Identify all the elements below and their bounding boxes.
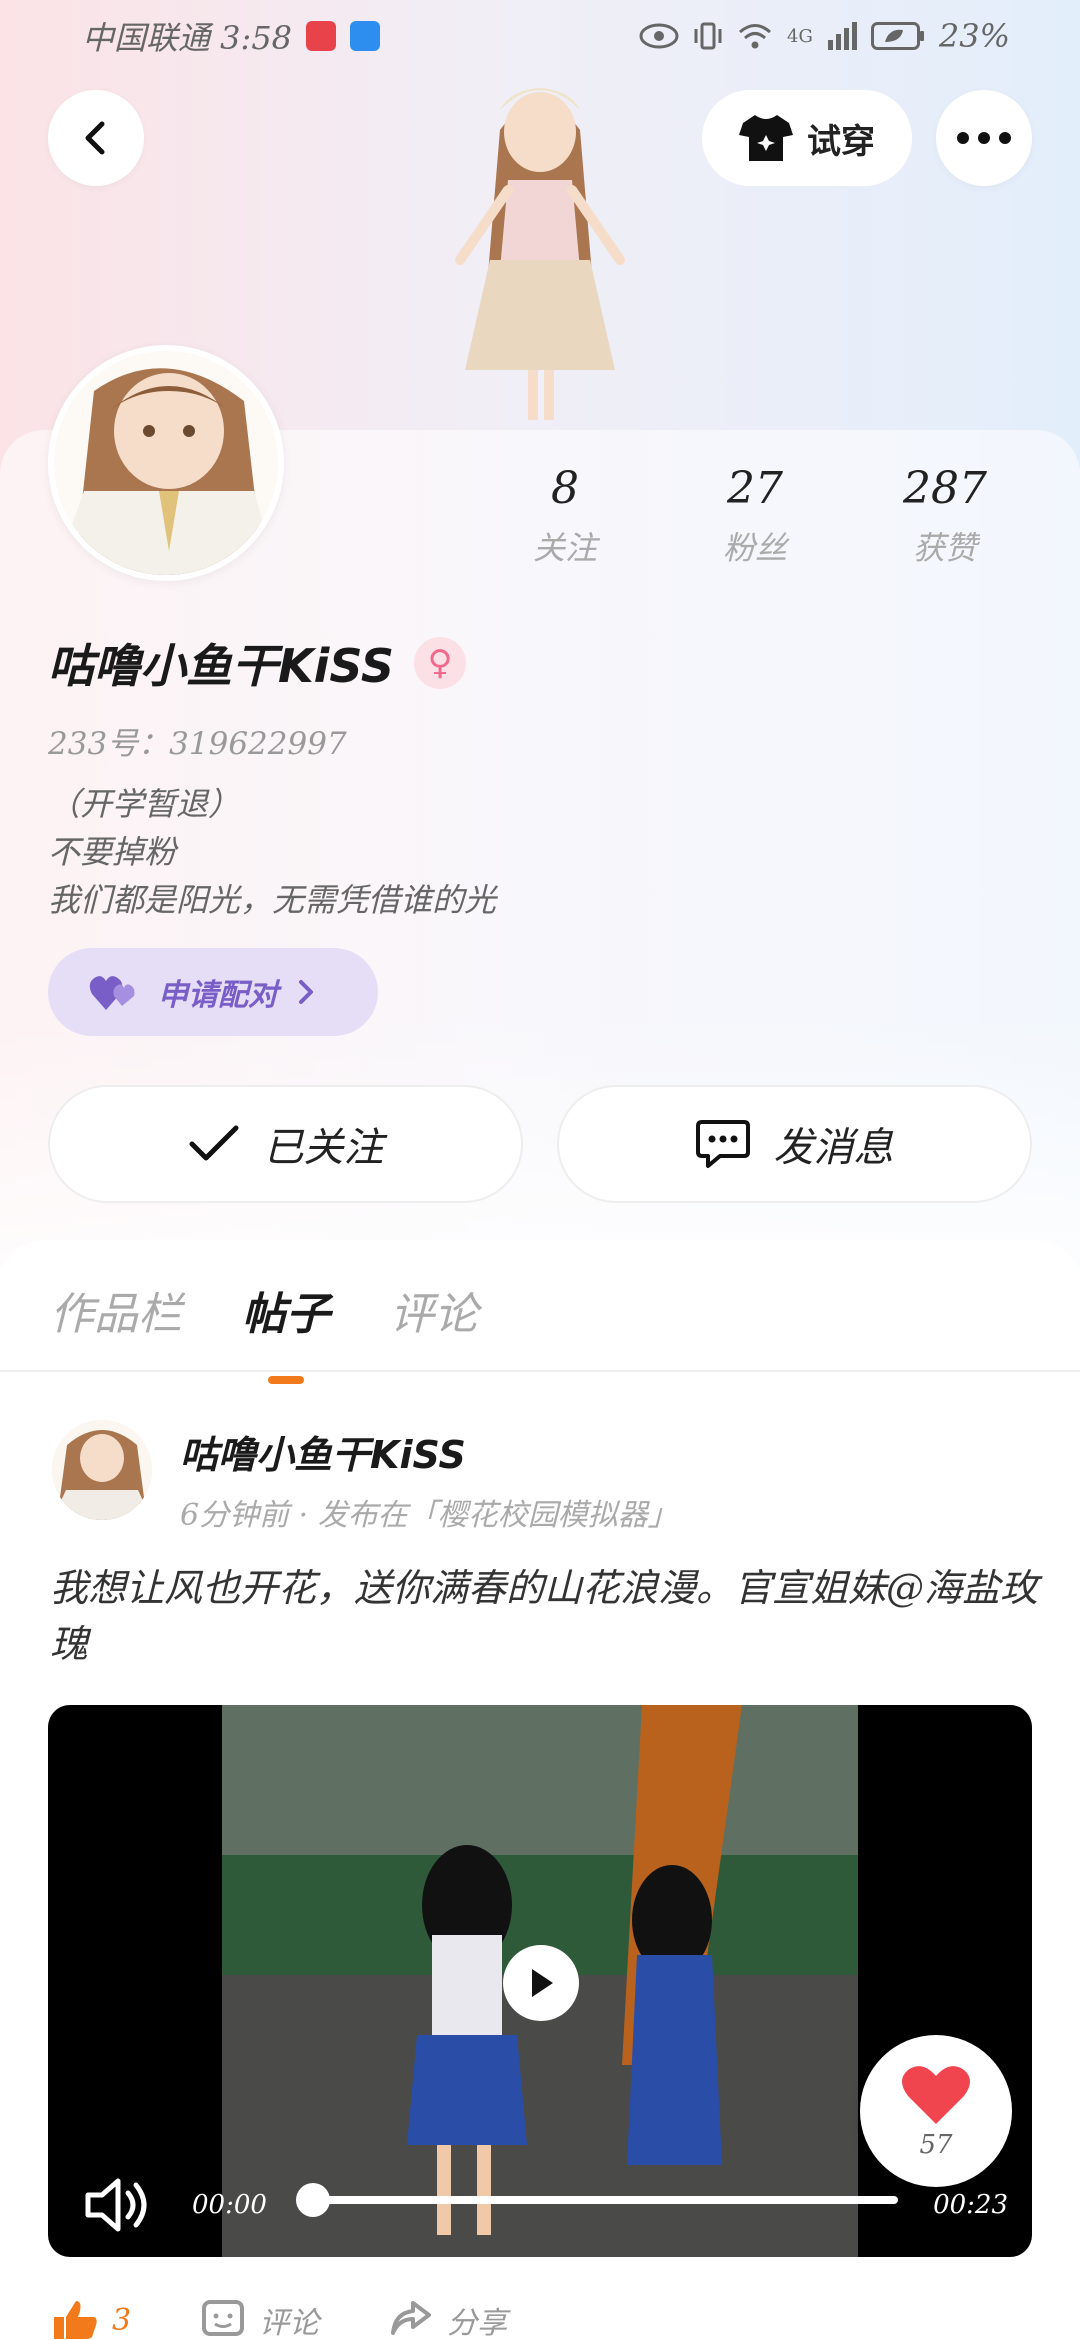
send-message-button[interactable]: 发消息 <box>557 1085 1032 1203</box>
post-author-avatar[interactable] <box>52 1420 152 1520</box>
request-pair-button[interactable]: 申请配对 <box>48 948 378 1036</box>
female-gender-icon: ♀ <box>414 637 467 689</box>
request-pair-label: 申请配对 <box>158 978 278 1013</box>
bio-line: 不要掉粉 <box>48 833 177 871</box>
like-count: 3 <box>112 2302 132 2338</box>
profile-page: 中国联通 3:58 4G 23% 试穿 8 关注 27 粉丝 287 获赞 咕噜… <box>0 0 1080 2340</box>
floating-like-button[interactable]: 57 <box>860 2035 1012 2187</box>
back-button[interactable] <box>48 90 144 186</box>
share-label: 分享 <box>447 2306 508 2340</box>
post-actions: 3 评论 分享 <box>52 2298 507 2340</box>
video-total-time: 00:23 <box>933 2190 1008 2220</box>
tabs-divider <box>0 1370 1080 1372</box>
bio-line: （开学暂退） <box>48 785 241 823</box>
stat-label: 获赞 <box>912 529 977 568</box>
signal-icon <box>827 22 857 50</box>
more-dots-icon <box>957 132 1011 144</box>
avatar-image <box>54 351 278 575</box>
like-button[interactable]: 3 <box>52 2299 131 2340</box>
user-id: 233号：319622997 <box>48 726 347 762</box>
send-message-label: 发消息 <box>773 1125 894 1171</box>
tab-posts[interactable]: 帖子 <box>242 1278 330 1372</box>
comment-icon <box>202 2300 245 2336</box>
followed-label: 已关注 <box>263 1125 384 1171</box>
tshirt-icon <box>739 115 793 161</box>
battery-percent: 23% <box>938 17 1010 55</box>
video-app-icon <box>350 21 381 51</box>
post-video[interactable]: 00:00 00:23 <box>48 1705 1032 2257</box>
book-app-icon <box>306 21 337 51</box>
nickname-row: 咕噜小鱼干KiSS ♀ <box>48 630 467 696</box>
stat-number: 8 <box>551 463 579 514</box>
floating-like-count: 57 <box>919 2130 953 2160</box>
double-heart-icon <box>89 976 135 1010</box>
volume-icon[interactable] <box>84 2175 154 2239</box>
chat-bubble-icon <box>695 1120 750 1168</box>
profile-avatar[interactable] <box>48 345 284 581</box>
video-current-time: 00:00 <box>192 2190 267 2220</box>
stat-likes[interactable]: 287 获赞 <box>850 463 1040 569</box>
tab-comments[interactable]: 评论 <box>390 1278 478 1372</box>
post-avatar-image <box>52 1420 152 1520</box>
tab-works[interactable]: 作品栏 <box>50 1278 182 1372</box>
more-options-button[interactable] <box>936 90 1032 186</box>
comment-button[interactable]: 评论 <box>201 2298 319 2340</box>
stat-number: 27 <box>727 463 783 514</box>
checkmark-icon <box>189 1125 238 1161</box>
bio-line: 我们都是阳光，无需凭借谁的光 <box>48 881 497 919</box>
share-button[interactable]: 分享 <box>389 2298 507 2340</box>
play-icon <box>532 1969 553 1997</box>
stat-number: 287 <box>903 463 987 514</box>
stat-followers[interactable]: 27 粉丝 <box>660 463 850 569</box>
stat-label: 粉丝 <box>722 529 787 568</box>
vibrate-icon <box>693 21 723 51</box>
network-type: 4G <box>787 25 813 47</box>
try-on-label: 试穿 <box>807 121 875 162</box>
profile-tabs: 作品栏 帖子 评论 <box>50 1278 478 1372</box>
heart-icon <box>902 2066 970 2124</box>
followed-button[interactable]: 已关注 <box>48 1085 523 1203</box>
video-progress-thumb[interactable] <box>296 2183 330 2217</box>
chevron-right-icon <box>299 980 313 1004</box>
stat-following[interactable]: 8 关注 <box>470 463 660 569</box>
thumbs-up-icon <box>54 2301 97 2339</box>
wifi-icon <box>737 21 773 51</box>
carrier-time: 中国联通 3:58 <box>82 19 293 57</box>
stat-label: 关注 <box>532 529 597 568</box>
profile-stats: 8 关注 27 粉丝 287 获赞 <box>470 463 1040 569</box>
avatar-3d-character[interactable] <box>430 70 650 430</box>
nickname: 咕噜小鱼干KiSS <box>48 639 395 693</box>
profile-actions: 已关注 发消息 <box>48 1085 1032 1203</box>
battery-icon <box>870 22 925 50</box>
eye-icon <box>639 23 679 49</box>
try-on-button[interactable]: 试穿 <box>702 90 912 186</box>
video-progress-track[interactable] <box>313 2196 898 2204</box>
post-author-name[interactable]: 咕噜小鱼干KiSS <box>180 1424 466 1479</box>
bio: （开学暂退） 不要掉粉 我们都是阳光，无需凭借谁的光 <box>48 780 496 924</box>
share-icon <box>391 2301 432 2335</box>
post-text[interactable]: 我想让风也开花，送你满春的山花浪漫。官宣姐妹@海盐玫瑰 <box>50 1560 1040 1672</box>
post-meta: 6分钟前 · 发布在「樱花校园模拟器」 <box>180 1498 678 1533</box>
play-button[interactable] <box>503 1945 579 2021</box>
comment-label: 评论 <box>259 2306 320 2340</box>
status-bar: 中国联通 3:58 4G 23% <box>0 0 1080 72</box>
chevron-left-icon <box>85 121 105 155</box>
